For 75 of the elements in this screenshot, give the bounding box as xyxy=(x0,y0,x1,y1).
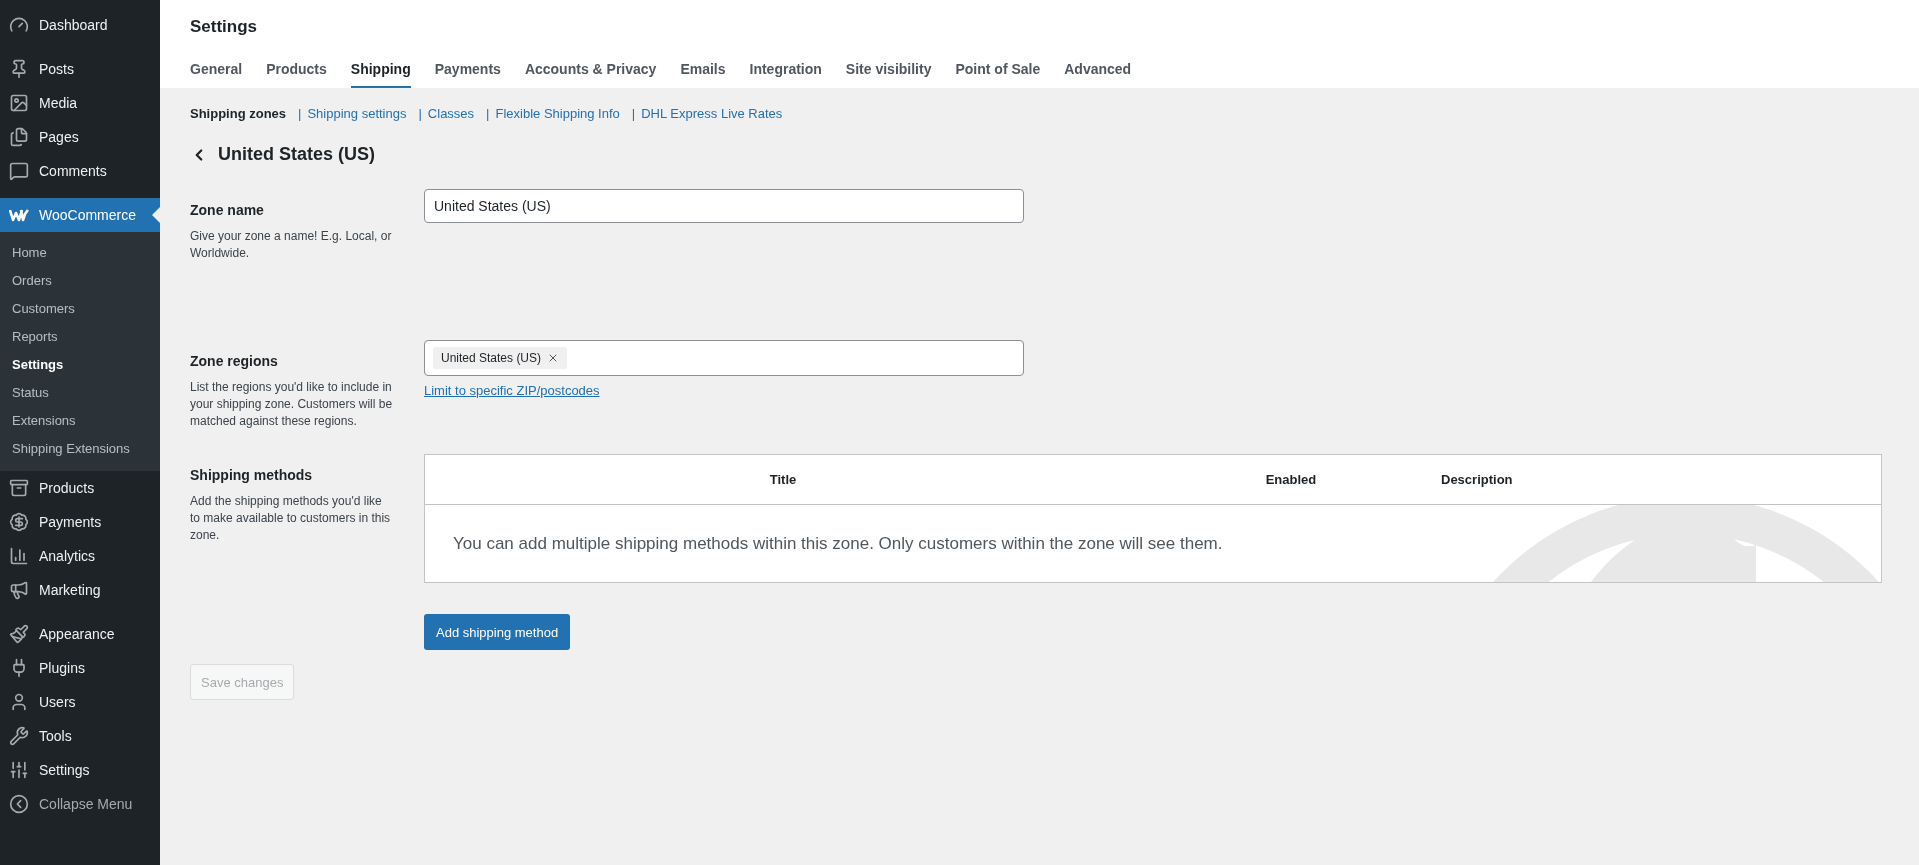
add-shipping-method-button[interactable]: Add shipping method xyxy=(424,614,571,650)
page-title: Settings xyxy=(190,17,259,37)
sidebar-item[interactable]: Settings xyxy=(0,753,160,787)
field-description: Give your zone a name! E.g. Local, or Worldwide. xyxy=(190,228,393,262)
settings-tab[interactable]: Advanced xyxy=(1064,61,1132,88)
settings-tab[interactable]: Payments xyxy=(434,61,501,88)
field-label: Zone regions xyxy=(190,353,279,369)
sidebar-item[interactable]: Products xyxy=(0,471,160,505)
sidebar-item[interactable]: Plugins xyxy=(0,651,160,685)
submenu-item[interactable]: Extensions xyxy=(0,407,160,435)
settings-tab[interactable]: Site visibility xyxy=(845,61,932,88)
sidebar-item[interactable]: Media xyxy=(0,86,160,120)
sidebar-item[interactable]: Posts xyxy=(0,52,160,86)
subnav-link[interactable]: Classes xyxy=(427,106,475,121)
subnav-link[interactable]: Shipping settings xyxy=(307,106,407,121)
w-logo-icon xyxy=(9,208,29,222)
pages-icon xyxy=(9,127,29,147)
pin-icon xyxy=(9,59,29,79)
sidebar-item[interactable]: Analytics xyxy=(0,539,160,573)
column-header: Enabled xyxy=(1264,472,1318,487)
submenu-item[interactable]: Status xyxy=(0,379,160,407)
settings-tab[interactable]: Accounts & Privacy xyxy=(524,61,657,88)
sidebar-item[interactable]: Collapse Menu xyxy=(0,787,160,821)
wrench-icon xyxy=(9,726,29,746)
field-description: List the regions you'd like to include in your shipping zone. Customers will be matched against these regions. xyxy=(190,379,394,430)
settings-tab[interactable]: Products xyxy=(266,61,327,88)
sidebar-item[interactable]: Appearance xyxy=(0,617,160,651)
zone-name-field[interactable]: United States (US) xyxy=(424,189,1024,223)
submenu-item[interactable]: Shipping Extensions xyxy=(0,435,160,463)
region-label: United States (US) xyxy=(441,351,542,365)
speech-bubble-icon xyxy=(9,161,29,181)
submenu-item[interactable]: Settings xyxy=(0,351,160,379)
settings-tab[interactable]: General xyxy=(190,61,243,88)
sliders-icon xyxy=(9,760,29,780)
sidebar-item[interactable]: Payments xyxy=(0,505,160,539)
settings-tab[interactable]: Shipping xyxy=(350,61,411,88)
sidebar-item[interactable]: Dashboard xyxy=(0,8,160,42)
field-label: Shipping methods xyxy=(190,467,314,483)
dollar-icon xyxy=(9,512,29,532)
field-label: Zone name xyxy=(190,202,265,218)
sidebar-item[interactable]: WooCommerce xyxy=(0,198,160,232)
sidebar-item[interactable]: Users xyxy=(0,685,160,719)
bar-chart-icon xyxy=(9,546,29,566)
column-header: Title xyxy=(768,472,798,487)
sidebar-item[interactable]: Tools xyxy=(0,719,160,753)
separator-text: | xyxy=(486,106,490,121)
gauge-icon xyxy=(9,15,29,35)
settings-tab[interactable]: Point of Sale xyxy=(955,61,1041,88)
image-icon xyxy=(9,93,29,113)
paintbrush-icon xyxy=(9,624,29,644)
regions-select-field[interactable]: United States (US) xyxy=(424,340,1024,376)
user-icon xyxy=(9,692,29,712)
separator-text: | xyxy=(631,106,636,121)
submenu-item[interactable]: Reports xyxy=(0,323,160,351)
subnav-link[interactable]: Shipping zones xyxy=(190,106,287,121)
submenu-item[interactable]: Home xyxy=(0,239,160,267)
submenu-item[interactable]: Orders xyxy=(0,267,160,295)
column-header: Description xyxy=(1441,472,1514,487)
submenu-item[interactable]: Customers xyxy=(0,295,160,323)
field-description: Add the shipping methods you'd like to make available to customers in this zone. xyxy=(190,493,392,544)
sidebar-item[interactable]: Comments xyxy=(0,154,160,188)
subnav-link[interactable]: Flexible Shipping Info xyxy=(495,106,620,121)
megaphone-icon xyxy=(9,580,29,600)
settings-tab[interactable]: Emails xyxy=(680,61,726,88)
archive-box-icon xyxy=(9,478,29,498)
separator-text: | xyxy=(298,106,302,121)
current-pointer-icon xyxy=(152,207,160,223)
zone-heading: United States (US) xyxy=(218,144,376,165)
settings-tab[interactable]: Integration xyxy=(749,61,822,88)
sidebar-item[interactable]: Pages xyxy=(0,120,160,154)
sidebar-item[interactable]: Marketing xyxy=(0,573,160,607)
empty-message: You can add multiple shipping methods within this zone. Only customers within the zone will see them. xyxy=(453,533,1223,554)
separator-text: | xyxy=(418,106,422,121)
postcode-link[interactable]: Limit to specific ZIP/postcodes xyxy=(424,383,600,398)
subnav-link[interactable]: DHL Express Live Rates xyxy=(641,106,783,121)
